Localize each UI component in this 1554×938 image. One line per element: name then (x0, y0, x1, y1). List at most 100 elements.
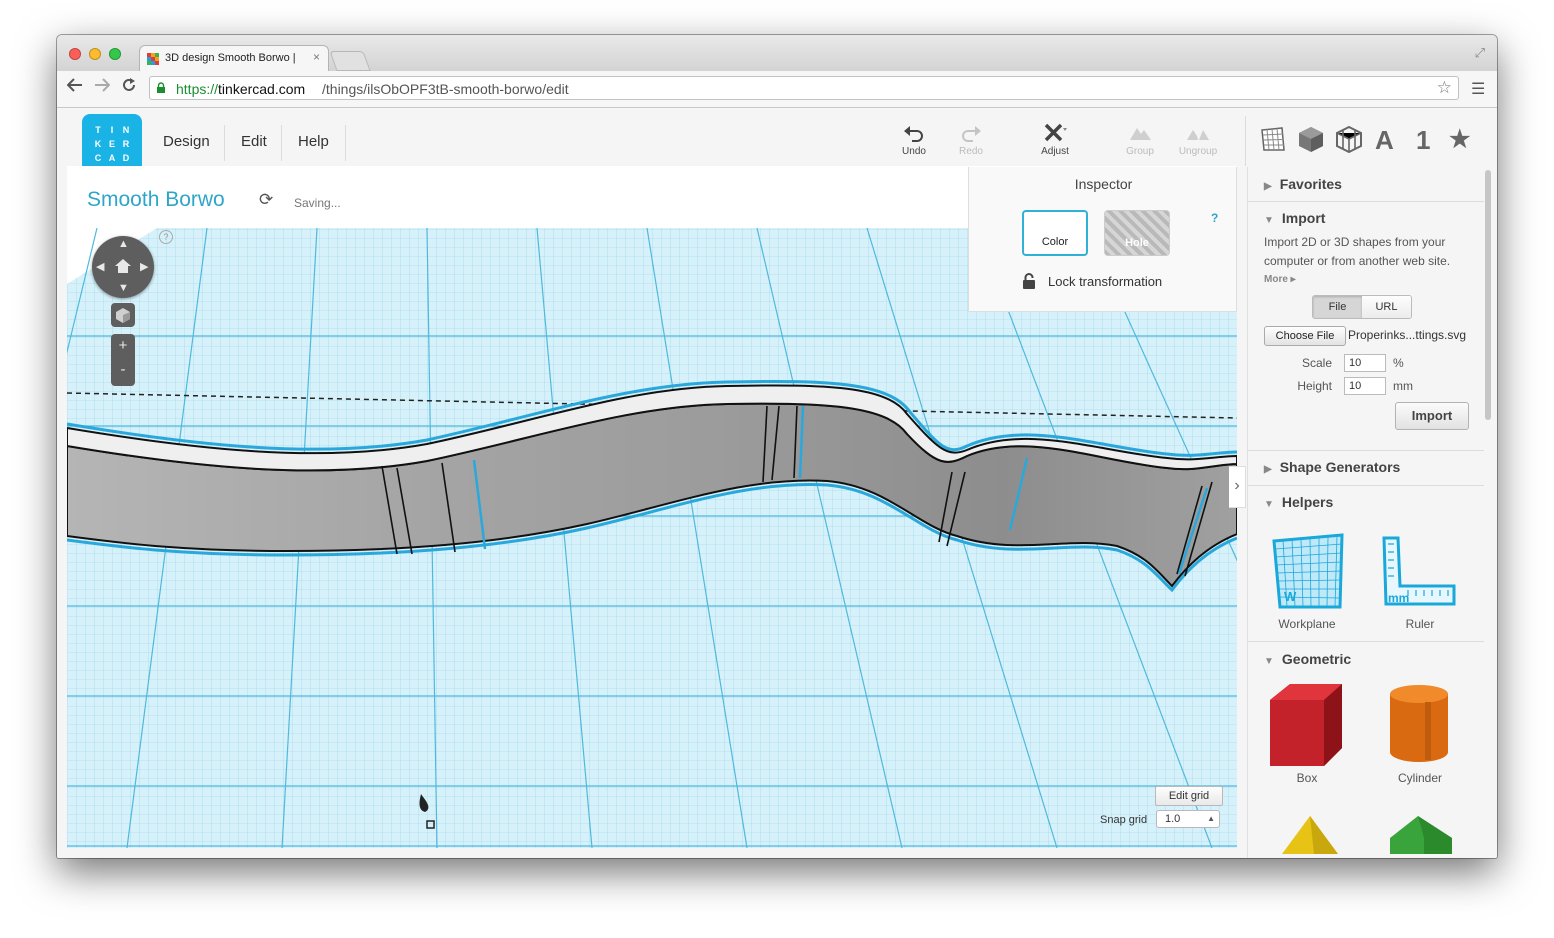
menu-edit[interactable]: Edit (241, 133, 267, 150)
address-bar[interactable]: https://tinkercad.com /things/ilsObOPF3t… (149, 76, 1459, 100)
workplane-helper-label: Workplane (1278, 617, 1336, 631)
snap-grid-label: Snap grid (1100, 814, 1148, 826)
tab-close-icon[interactable]: × (313, 50, 320, 64)
import-more-link[interactable]: More ▸ (1264, 274, 1296, 285)
sidebar-scrollbar[interactable] (1485, 170, 1491, 420)
home-view-icon[interactable] (114, 258, 132, 274)
browser-toolbar: https://tinkercad.com /things/ilsObOPF3t… (57, 71, 1497, 108)
import-source-toggle: File URL (1312, 295, 1412, 319)
snap-grid-select[interactable]: 1.0 ▲ (1156, 810, 1220, 828)
collapse-triangle-icon: ▼ (1264, 215, 1274, 226)
save-status: Saving... (294, 196, 341, 210)
redo-button[interactable]: Redo (946, 122, 996, 157)
scale-unit: % (1393, 356, 1404, 370)
roof-shape-icon[interactable] (1388, 814, 1454, 854)
logo-letter: K (94, 139, 102, 149)
design-canvas[interactable]: Smooth Borwo ⟳ Saving... ? ▲ ▼ ◀ ▶ + - I… (67, 166, 1237, 848)
group-button[interactable]: Group (1115, 122, 1165, 157)
helpers-section: ▼ Helpers W Workplane mm Ruler (1248, 486, 1484, 642)
favorites-section: ▶ Favorites (1248, 167, 1484, 202)
scale-label: Scale (1301, 356, 1332, 370)
ruler-helper-label: Ruler (1405, 617, 1435, 631)
scale-input[interactable]: 10 (1344, 354, 1386, 372)
tab-title: 3D design Smooth Borwo | (165, 52, 296, 64)
sync-icon: ⟳ (259, 190, 274, 209)
logo-letter: N (122, 125, 130, 135)
undo-button[interactable]: Undo (889, 122, 939, 157)
forward-arrow-icon[interactable] (94, 77, 111, 98)
inspector-panel: Inspector Color Hole ? Lock transformati… (968, 167, 1237, 312)
zoom-in-icon[interactable]: + (111, 337, 135, 354)
favorites-header[interactable]: ▶ Favorites (1264, 176, 1342, 192)
expand-triangle-icon: ▶ (1264, 181, 1272, 192)
helpers-header[interactable]: ▼ Helpers (1264, 494, 1333, 510)
edit-grid-button[interactable]: Edit grid (1155, 786, 1223, 806)
tinkercad-app: T I N K E R C A D Design Edit Help Undo (57, 108, 1497, 858)
expand-triangle-icon: ▶ (1264, 464, 1272, 475)
pan-right-icon[interactable]: ▶ (140, 260, 148, 273)
logo-letter: T (95, 125, 101, 135)
choose-file-button[interactable]: Choose File (1264, 326, 1346, 346)
menu-help[interactable]: Help (298, 133, 329, 150)
undo-label: Undo (902, 146, 926, 157)
tab-file[interactable]: File (1313, 296, 1362, 318)
view-navigation-control[interactable]: ▲ ▼ ◀ ▶ (92, 236, 154, 298)
undo-icon (904, 126, 923, 142)
cylinder-shape-icon[interactable] (1388, 684, 1450, 764)
group-icon (1130, 128, 1151, 140)
hole-swatch-button[interactable]: Hole (1104, 210, 1170, 256)
window-controls (69, 48, 121, 60)
pyramid-shape-icon[interactable] (1280, 814, 1340, 854)
pan-up-icon[interactable]: ▲ (118, 238, 129, 250)
inspector-help-icon[interactable]: ? (1211, 211, 1218, 225)
reload-icon[interactable] (121, 77, 137, 98)
basic-shapes-panel-icon[interactable] (1297, 125, 1325, 153)
ortho-view-button[interactable] (111, 303, 135, 327)
minimize-window-button[interactable] (89, 48, 101, 60)
pan-down-icon[interactable]: ▼ (118, 282, 129, 294)
browser-menu-icon[interactable]: ☰ (1471, 79, 1485, 99)
url-https: https:// (176, 81, 219, 97)
import-title: Import (1281, 210, 1326, 226)
logo-letter: I (110, 125, 114, 135)
import-button[interactable]: Import (1395, 402, 1469, 430)
fullscreen-icon[interactable]: ⤢ (1475, 45, 1485, 61)
ungroup-button[interactable]: Ungroup (1173, 122, 1223, 157)
header-divider (1245, 116, 1246, 166)
workplane-panel-icon[interactable] (1260, 126, 1286, 152)
collapse-triangle-icon: ▼ (1264, 499, 1274, 510)
shape-generators-header[interactable]: ▶ Shape Generators (1264, 459, 1400, 475)
browser-tab[interactable]: 3D design Smooth Borwo | × (139, 45, 329, 71)
workplane-helper-icon[interactable]: W (1268, 531, 1346, 611)
collapse-sidebar-chevron-icon[interactable]: › (1229, 466, 1246, 508)
height-input[interactable]: 10 (1344, 377, 1386, 395)
adjust-button[interactable]: Adjust (1030, 122, 1080, 157)
snap-grid-value: 1.0 (1165, 813, 1181, 825)
new-tab-button[interactable] (329, 51, 371, 71)
group-label: Group (1126, 146, 1154, 157)
zoom-window-button[interactable] (109, 48, 121, 60)
cage-shapes-panel-icon[interactable] (1335, 125, 1363, 153)
box-shape-icon[interactable] (1268, 682, 1344, 768)
logo-letter: D (122, 153, 130, 163)
close-window-button[interactable] (69, 48, 81, 60)
tab-url[interactable]: URL (1362, 296, 1411, 318)
favorites-star-icon[interactable]: ★ (1449, 125, 1471, 154)
bookmark-star-icon[interactable]: ☆ (1437, 78, 1452, 98)
geometric-section: ▼ Geometric Box Cylinder (1248, 642, 1484, 858)
design-title[interactable]: Smooth Borwo (87, 188, 225, 212)
zoom-out-icon[interactable]: - (111, 361, 135, 378)
ruler-helper-icon[interactable]: mm (1378, 534, 1458, 612)
geometric-header[interactable]: ▼ Geometric (1264, 651, 1351, 667)
color-swatch-button[interactable]: Color (1022, 210, 1088, 256)
letters-panel-icon[interactable]: A (1375, 125, 1394, 156)
tinkercad-logo[interactable]: T I N K E R C A D (82, 114, 142, 174)
back-arrow-icon[interactable] (66, 77, 83, 98)
menu-design[interactable]: Design (163, 133, 210, 150)
import-header[interactable]: ▼ Import (1264, 210, 1325, 226)
view-help-icon[interactable]: ? (159, 230, 173, 244)
app-header: T I N K E R C A D Design Edit Help Undo (57, 108, 1497, 174)
pan-left-icon[interactable]: ◀ (96, 260, 104, 273)
zoom-control: + - (111, 334, 135, 386)
numbers-panel-icon[interactable]: 1 (1416, 125, 1430, 156)
